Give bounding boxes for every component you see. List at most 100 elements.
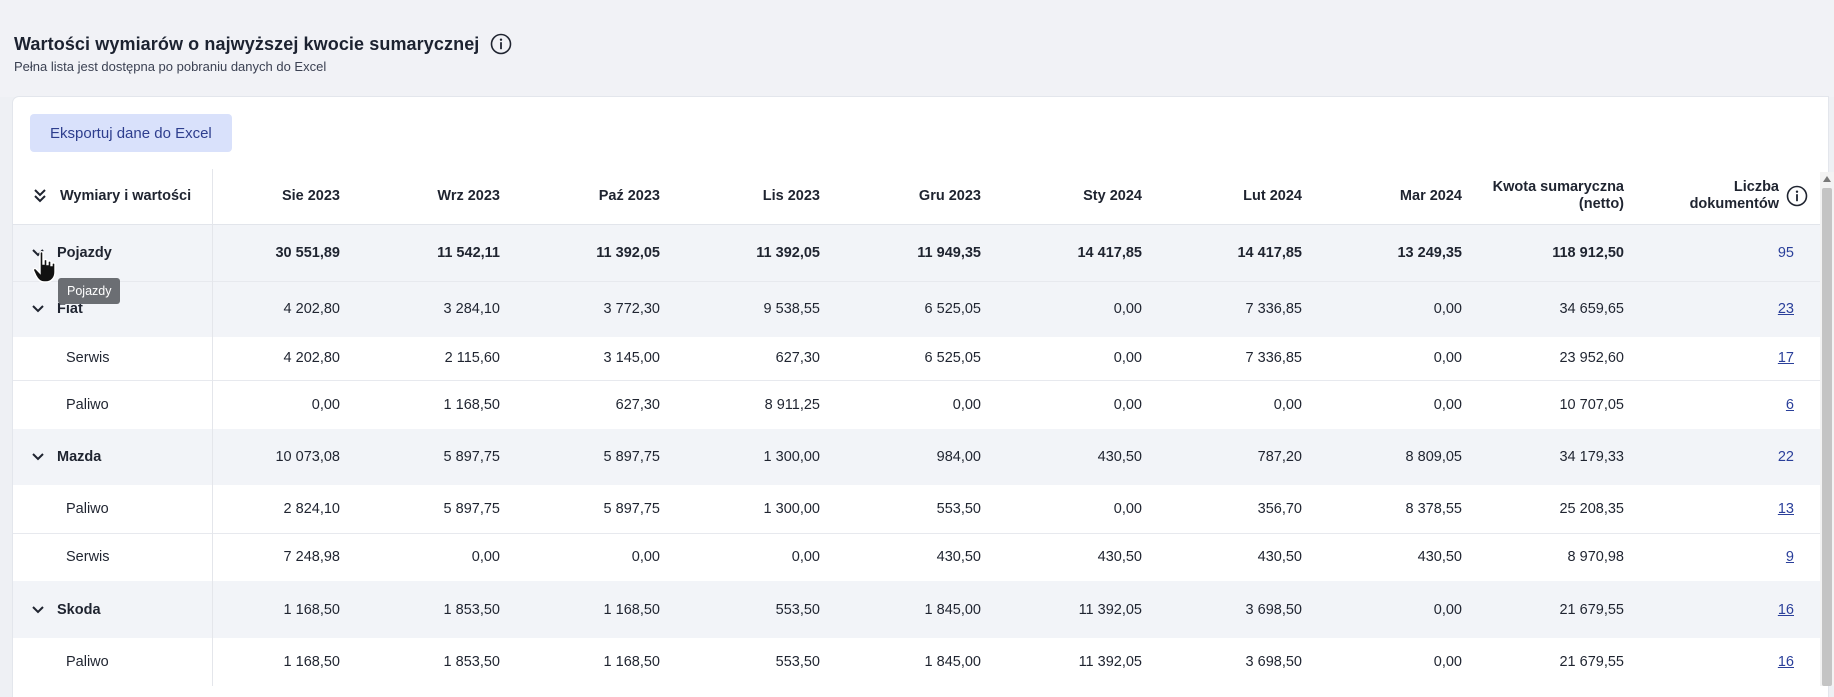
cell-value: 430,50 [936,549,981,566]
table-row-group[interactable]: Pojazdy 30 551,89 11 542,11 11 392,05 11… [13,224,1821,281]
cell-value: 0,00 [1433,654,1462,670]
cell-total: 8 970,98 [1567,549,1624,566]
cell-total: 23 952,60 [1559,350,1624,367]
cell-value: 627,30 [615,396,660,413]
docs-count-link[interactable]: 9 [1786,549,1794,565]
column-header-total-line1: Kwota sumaryczna [1492,179,1624,196]
docs-count-link[interactable]: 16 [1778,602,1794,618]
cell-value: 11 392,05 [596,244,660,261]
row-label: Paliwo [13,638,213,686]
cell-value: 8 378,55 [1405,500,1462,517]
info-icon[interactable] [1785,184,1809,208]
cell-value: 627,30 [775,350,820,367]
table-card: Eksportuj dane do Excel Wymiary i wartoś… [13,97,1828,697]
column-header-sie-2023: Sie 2023 [281,188,340,205]
cell-value: 0,00 [1113,301,1142,318]
column-header-mar-2024: Mar 2024 [1399,188,1462,205]
cell-value: 356,70 [1257,500,1302,517]
cell-value: 7 248,98 [283,549,340,566]
cell-value: 553,50 [775,654,820,670]
cell-value: 0,00 [1433,396,1462,413]
cell-value: 1 168,50 [283,654,340,670]
docs-count-link[interactable]: 17 [1778,350,1794,366]
table-row[interactable]: Paliwo 1 168,50 1 853,50 1 168,50 553,50… [13,638,1821,686]
table-row[interactable]: Paliwo 2 824,10 5 897,75 5 897,75 1 300,… [13,485,1821,533]
table-row-group[interactable]: Skoda 1 168,50 1 853,50 1 168,50 553,50 … [13,581,1821,638]
row-label: Serwis [13,337,213,380]
docs-count-link[interactable]: 23 [1778,301,1794,317]
cell-docs: 13 [1646,485,1821,533]
cell-value: 1 853,50 [443,654,500,670]
cell-value: 1 853,50 [443,601,500,618]
cell-value: 11 542,11 [437,244,500,261]
cell-docs: 16 [1646,638,1821,686]
hand-pointer-icon [32,250,58,284]
cell-value: 430,50 [1257,549,1302,566]
row-label: Paliwo [13,380,213,429]
cell-value: 430,50 [1097,449,1142,465]
cell-value: 9 538,55 [763,301,820,318]
cell-value: 0,00 [1273,396,1302,413]
table-row[interactable]: Paliwo 0,00 1 168,50 627,30 8 911,25 0,0… [13,380,1821,429]
cell-total: 118 912,50 [1552,244,1624,261]
export-excel-button[interactable]: Eksportuj dane do Excel [30,114,232,152]
expand-all-icon[interactable] [33,189,47,203]
cell-value: 11 392,05 [1078,654,1142,670]
cell-value: 0,00 [952,396,981,413]
cell-value: 4 202,80 [283,301,340,318]
column-header-dimensions: Wymiary i wartości [13,169,213,224]
cell-value: 6 525,05 [924,301,981,318]
column-header-docs-line2: dokumentów [1689,196,1779,213]
cell-value: 13 249,35 [1397,244,1462,261]
row-tooltip: Pojazdy [58,278,121,304]
column-header-documents: Liczba dokumentów [1646,169,1821,224]
cell-value: 430,50 [1417,549,1462,566]
column-header-total-net: Kwota sumaryczna (netto) [1484,169,1646,224]
scrollbar-thumb[interactable] [1822,188,1832,686]
vertical-scrollbar[interactable] [1820,172,1834,686]
cell-docs: 17 [1646,337,1821,380]
scroll-up-arrow-icon[interactable] [1822,174,1832,184]
cell-docs: 16 [1646,581,1821,638]
cell-value: 8 911,25 [764,396,820,413]
cell-value: 3 284,10 [443,301,500,318]
docs-count-link[interactable]: 6 [1786,397,1794,413]
cell-value: 8 809,05 [1405,449,1462,465]
column-header-lis-2023: Lis 2023 [762,188,820,205]
chevron-down-icon[interactable] [31,603,45,617]
cell-total: 25 208,35 [1559,500,1624,517]
cell-value: 11 949,35 [917,244,981,261]
cell-value: 0,00 [1433,301,1462,318]
column-header-gru-2023: Gru 2023 [918,188,981,205]
chevron-down-icon[interactable] [31,450,45,464]
row-label: Pojazdy [57,244,112,261]
cell-value: 553,50 [775,601,820,618]
chevron-down-icon[interactable] [31,302,45,316]
info-icon[interactable] [489,32,513,56]
cell-value: 5 897,75 [603,449,660,465]
docs-count-link[interactable]: 13 [1778,501,1794,517]
cell-value: 0,00 [631,549,660,566]
docs-count-link[interactable]: 16 [1778,654,1794,670]
cell-docs: 22 [1646,429,1821,485]
cell-value: 3 698,50 [1245,601,1302,618]
cell-value: 0,00 [1113,396,1142,413]
table-row-group[interactable]: Fiat 4 202,80 3 284,10 3 772,30 9 538,55… [13,281,1821,337]
row-label: Skoda [57,601,101,618]
cell-value: 984,00 [936,449,981,465]
cell-value: 1 845,00 [924,654,981,670]
cell-value: 11 392,05 [1078,601,1142,618]
cell-total: 34 659,65 [1559,301,1624,318]
table-row-group[interactable]: Mazda 10 073,08 5 897,75 5 897,75 1 300,… [13,429,1821,485]
cell-value: 1 168,50 [443,396,500,413]
row-label: Serwis [13,533,213,581]
docs-count[interactable]: 22 [1778,449,1794,465]
cell-value: 5 897,75 [443,449,500,465]
docs-count[interactable]: 95 [1778,245,1794,261]
cell-value: 3 145,00 [603,350,660,367]
section-subtitle: Pełna lista jest dostępna po pobraniu da… [14,59,327,74]
cell-value: 5 897,75 [443,500,500,517]
table-row[interactable]: Serwis 4 202,80 2 115,60 3 145,00 627,30… [13,337,1821,380]
table-row[interactable]: Serwis 7 248,98 0,00 0,00 0,00 430,50 43… [13,533,1821,581]
cell-value: 6 525,05 [924,350,981,367]
